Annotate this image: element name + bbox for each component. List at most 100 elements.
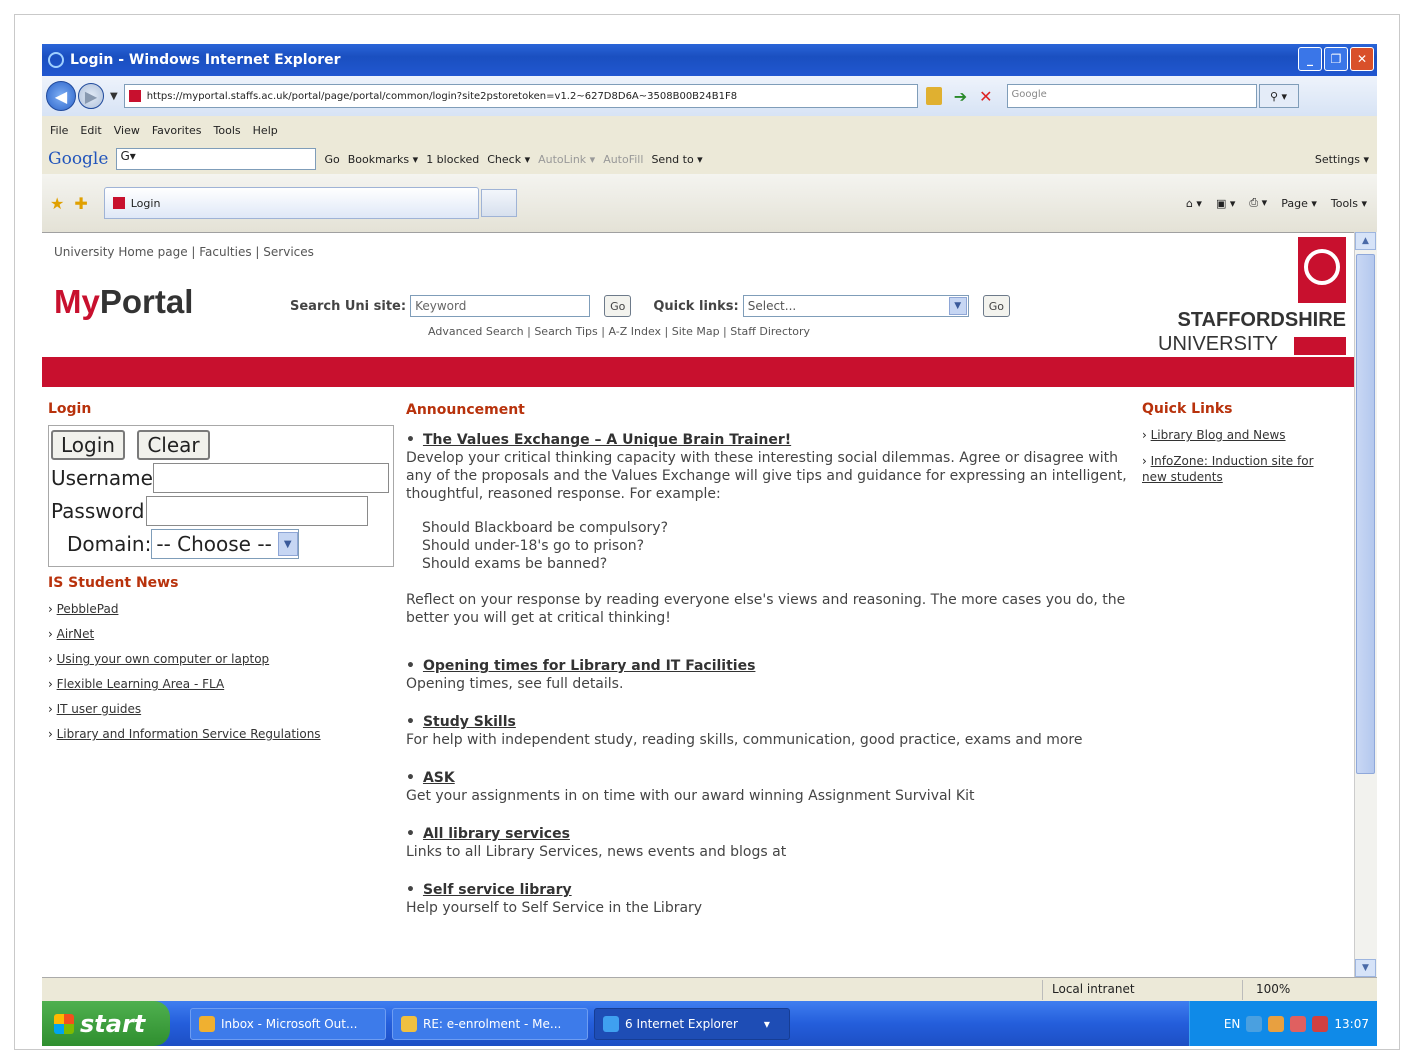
scroll-thumb[interactable] [1356,254,1375,774]
taskbar-item-outlook[interactable]: Inbox - Microsoft Out... [190,1007,386,1040]
history-dropdown-icon[interactable]: ▼ [110,91,118,102]
bullet-icon: • [406,826,415,842]
stop-icon[interactable]: ✕ [979,87,992,106]
language-indicator[interactable]: EN [1224,1017,1241,1031]
announcement-link[interactable]: ASK [423,770,455,786]
taskbar-item-ie[interactable]: 6 Internet Explorer ▾ [594,1007,790,1040]
feeds-icon[interactable]: ▣ ▾ [1216,197,1235,210]
tab-label: Login [130,196,161,210]
bookmarks-button[interactable]: Bookmarks ▾ [348,153,418,166]
chevron-down-icon: ▾ [763,1016,770,1031]
scroll-down-icon[interactable]: ▼ [1355,959,1376,977]
chevron-down-icon[interactable]: ▼ [277,532,298,556]
password-field[interactable] [146,496,369,526]
clock: 13:07 [1334,1016,1369,1031]
security-icon[interactable] [1290,1015,1307,1032]
address-url: https://myportal.staffs.ac.uk/portal/pag… [146,90,738,102]
go-arrow-icon[interactable]: ➔ [954,87,967,106]
outlook-icon [199,1015,215,1032]
popup-blocked-button[interactable]: 1 blocked [426,153,479,166]
maximize-button[interactable]: ❐ [1324,47,1348,71]
lock-icon[interactable] [925,87,942,105]
clear-button[interactable]: Clear [137,430,210,460]
list-item: › IT user guides [48,702,142,716]
username-field[interactable] [152,463,389,493]
spell-check-button[interactable]: Check ▾ [487,153,530,166]
page-menu-button[interactable]: Page ▾ [1281,197,1317,210]
quick-links-value: Select... [747,299,797,313]
taskbar-item-email[interactable]: RE: e-enrolment - Me... [392,1007,588,1040]
announcement-link[interactable]: All library services [423,826,570,842]
announcement-link[interactable]: The Values Exchange – A Unique Brain Tra… [423,432,791,448]
menu-bar: File Edit View Favorites Tools Help [42,116,1377,144]
new-tab-button[interactable] [480,189,517,217]
autofill-button[interactable]: AutoFill [603,153,643,166]
list-item: › AirNet [48,627,95,641]
login-button[interactable]: Login [51,430,125,460]
add-favorites-icon[interactable]: ✚ [74,194,87,213]
red-banner [42,357,1354,387]
autolink-button[interactable]: AutoLink ▾ [538,153,595,166]
search-go-button[interactable]: Go [604,295,632,317]
quick-links-go-button[interactable]: Go [982,295,1010,317]
settings-button[interactable]: Settings ▾ [1315,153,1369,166]
site-search: Search Uni site: Keyword Go Quick links:… [290,295,1010,317]
tools-menu-button[interactable]: Tools ▾ [1331,197,1367,210]
announcement-link[interactable]: Self service library [423,882,572,898]
web-search-input[interactable]: Google [1006,84,1257,108]
google-go-button[interactable]: Go [324,153,339,166]
news-link[interactable]: PebblePad [57,602,119,616]
menu-view[interactable]: View [114,124,140,137]
quick-link[interactable]: InfoZone: Induction site for new student… [1142,454,1314,484]
forward-icon[interactable]: ▶ [78,83,104,109]
top-links[interactable]: University Home page | Faculties | Servi… [54,245,314,259]
news-link[interactable]: Using your own computer or laptop [57,652,270,666]
vertical-scrollbar[interactable]: ▲ ▼ [1354,232,1377,977]
news-link[interactable]: Flexible Learning Area - FLA [57,677,225,691]
zoom-level[interactable]: 100% [1256,982,1290,996]
login-heading: Login [48,401,92,417]
announcement-text: Links to all Library Services, news even… [406,844,787,860]
address-bar[interactable]: https://myportal.staffs.ac.uk/portal/pag… [123,84,918,108]
search-label: Search Uni site: [290,298,407,314]
quick-links-column: Quick Links › Library Blog and News › In… [1142,401,1342,485]
scroll-up-icon[interactable]: ▲ [1355,232,1376,250]
search-icon[interactable]: ⚲ ▾ [1258,84,1299,108]
domain-select[interactable]: -- Choose -- ▼ [151,529,299,559]
keyword-input[interactable]: Keyword [410,295,591,317]
home-icon[interactable]: ⌂ ▾ [1186,197,1202,210]
send-to-button[interactable]: Send to ▾ [651,153,702,166]
chevron-down-icon[interactable]: ▼ [948,297,967,315]
announcement-link[interactable]: Study Skills [423,714,516,730]
announcement-link[interactable]: Opening times for Library and IT Facilit… [423,658,755,674]
username-label: Username [51,466,153,490]
network-icon[interactable] [1268,1015,1285,1032]
back-icon[interactable] [1246,1015,1263,1032]
google-search-input[interactable]: G▾ [116,148,317,170]
logo-my: My [54,283,100,320]
menu-help[interactable]: Help [253,124,278,137]
system-tray: EN 13:07 [1189,1001,1377,1046]
menu-tools[interactable]: Tools [214,124,241,137]
tab-login[interactable]: Login [103,187,479,219]
antivirus-icon[interactable] [1312,1015,1329,1032]
menu-file[interactable]: File [50,124,68,137]
favorites-star-icon[interactable]: ★ [50,194,64,213]
start-button[interactable]: start [42,1001,170,1046]
logo-red-bar [1294,337,1346,355]
quick-link[interactable]: Library Blog and News [1151,428,1286,442]
list-item: › InfoZone: Induction site for new stude… [1142,454,1314,484]
minimize-button[interactable]: _ [1298,47,1322,71]
news-link[interactable]: IT user guides [57,702,141,716]
list-item: › PebblePad [48,602,119,616]
menu-edit[interactable]: Edit [80,124,101,137]
news-link[interactable]: Library and Information Service Regulati… [57,727,321,741]
back-icon[interactable]: ◀ [46,81,76,111]
close-button[interactable]: ✕ [1350,47,1374,71]
quick-links-select[interactable]: Select... ▼ [742,295,969,317]
menu-favorites[interactable]: Favorites [152,124,202,137]
print-icon[interactable]: ⎙ ▾ [1249,196,1267,210]
search-sub-links[interactable]: Advanced Search | Search Tips | A-Z Inde… [428,325,810,338]
news-link[interactable]: AirNet [57,627,95,641]
security-zone: Local intranet [1052,982,1135,996]
